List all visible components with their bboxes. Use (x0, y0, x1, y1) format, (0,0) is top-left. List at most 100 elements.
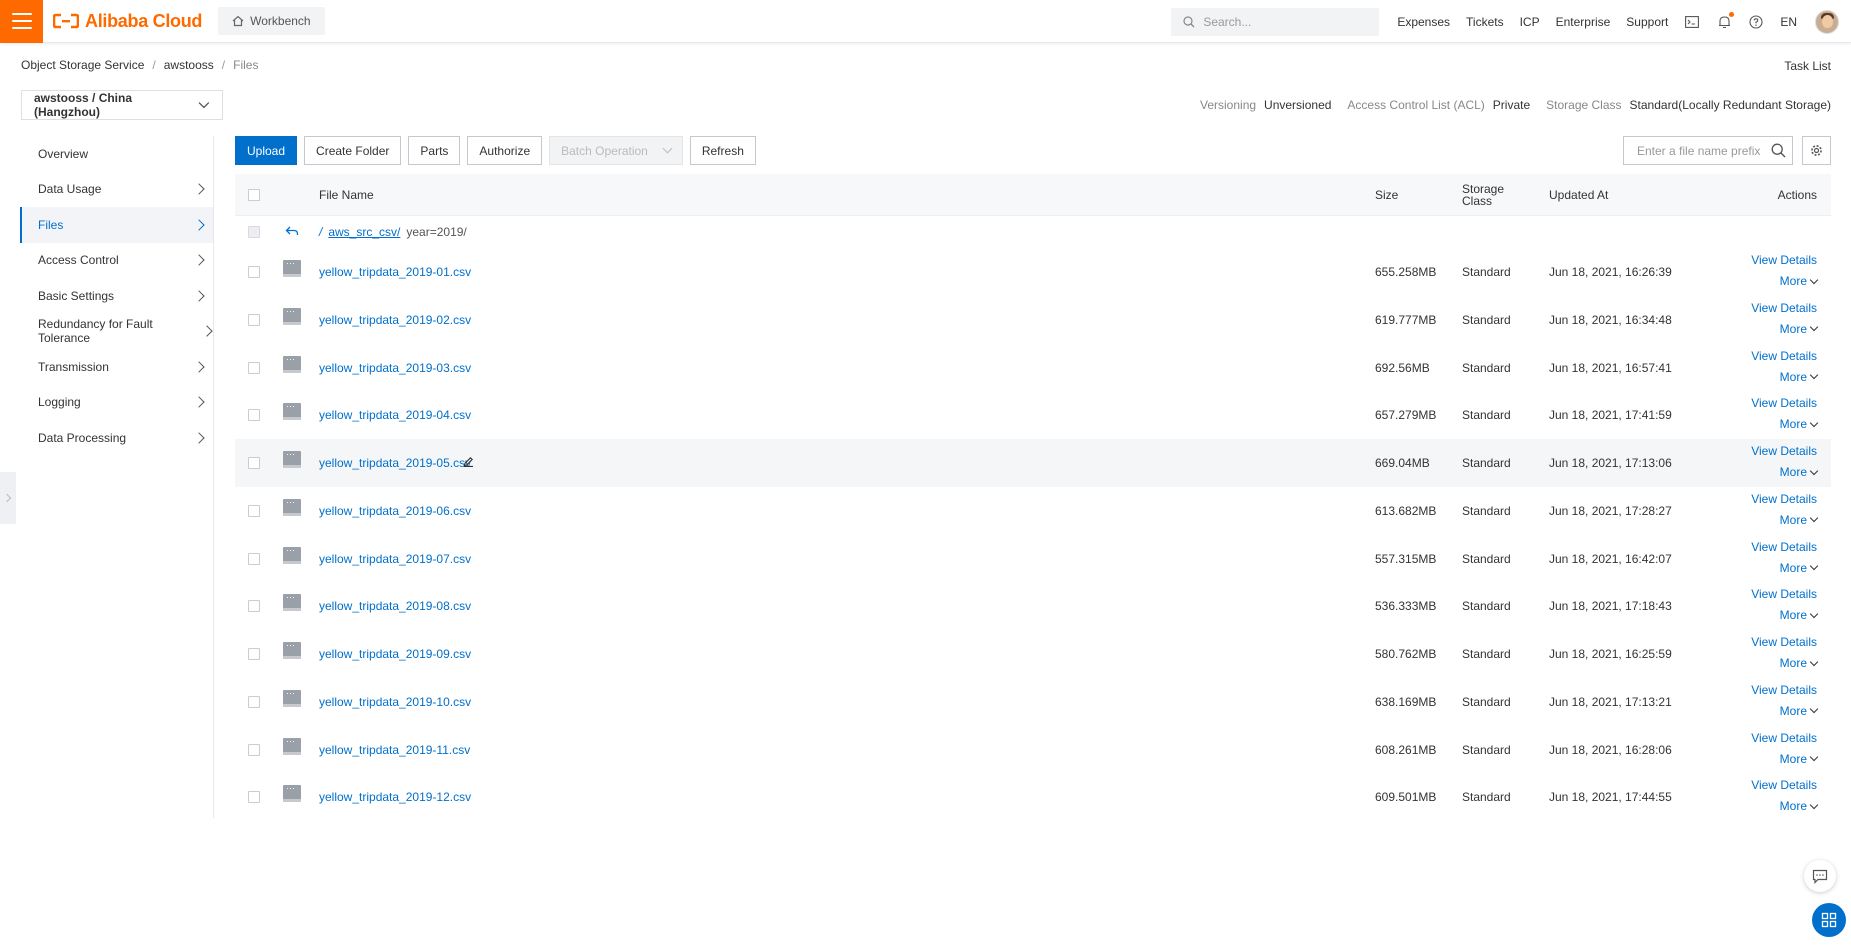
language-switch[interactable]: EN (1780, 15, 1797, 29)
file-name-link[interactable]: yellow_tripdata_2019-03.csv (319, 361, 471, 375)
file-name-link[interactable]: yellow_tripdata_2019-06.csv (319, 504, 471, 518)
file-name-link[interactable]: yellow_tripdata_2019-11.csv (319, 743, 470, 757)
cloud-shell-icon[interactable] (1684, 14, 1700, 30)
back-arrow-icon[interactable] (285, 225, 299, 237)
notification-bell-icon[interactable] (1716, 11, 1735, 30)
parts-button[interactable]: Parts (408, 136, 461, 165)
create-folder-button[interactable]: Create Folder (304, 136, 402, 165)
hamburger-menu-button[interactable] (0, 0, 43, 43)
sidebar-item-basic-settings[interactable]: Basic Settings (20, 278, 213, 314)
user-avatar[interactable] (1815, 9, 1839, 34)
row-checkbox[interactable] (248, 600, 260, 613)
view-details-link[interactable]: View Details (1751, 253, 1817, 267)
row-checkbox[interactable] (248, 648, 260, 660)
apps-button[interactable] (1812, 903, 1846, 937)
more-dropdown[interactable]: More (1780, 752, 1819, 766)
sidebar-item-redundancy[interactable]: Redundancy for Fault Tolerance (20, 314, 213, 350)
file-size: 608.261MB (1375, 742, 1437, 757)
view-details-link[interactable]: View Details (1751, 540, 1817, 554)
sidebar-item-logging[interactable]: Logging (20, 385, 213, 421)
file-name-link[interactable]: yellow_tripdata_2019-09.csv (319, 647, 471, 661)
sidebar-item-access-control[interactable]: Access Control (20, 243, 213, 279)
view-details-link[interactable]: View Details (1751, 587, 1817, 601)
more-dropdown[interactable]: More (1780, 561, 1819, 575)
more-dropdown[interactable]: More (1780, 704, 1819, 718)
sidebar-item-overview[interactable]: Overview (20, 136, 213, 172)
more-dropdown[interactable]: More (1780, 274, 1819, 288)
upload-button[interactable]: Upload (235, 136, 298, 165)
enterprise-link[interactable]: Enterprise (1556, 15, 1611, 29)
settings-button[interactable] (1802, 136, 1831, 165)
more-label: More (1779, 512, 1807, 527)
edit-icon[interactable] (463, 456, 474, 467)
breadcrumb-bucket[interactable]: awstooss (164, 58, 214, 72)
breadcrumb-oss[interactable]: Object Storage Service (21, 58, 144, 72)
more-dropdown[interactable]: More (1780, 417, 1819, 431)
more-dropdown[interactable]: More (1780, 465, 1819, 479)
more-dropdown[interactable]: More (1779, 512, 1819, 527)
view-details-link[interactable]: View Details (1751, 444, 1817, 458)
more-dropdown[interactable]: More (1780, 322, 1819, 336)
support-link[interactable]: Support (1626, 15, 1668, 29)
row-checkbox[interactable] (248, 695, 260, 708)
row-checkbox[interactable] (248, 504, 260, 517)
tickets-link[interactable]: Tickets (1466, 15, 1504, 29)
brand-logo[interactable]: Alibaba Cloud (53, 11, 202, 32)
help-icon[interactable] (1748, 14, 1764, 30)
view-details-link[interactable]: View Details (1751, 349, 1817, 363)
search-icon[interactable] (1771, 143, 1786, 158)
view-details-link[interactable]: View Details (1751, 301, 1817, 315)
more-dropdown[interactable]: More (1780, 799, 1819, 813)
icp-link[interactable]: ICP (1520, 15, 1540, 29)
global-search-input[interactable]: Search... (1171, 7, 1380, 36)
sidebar-item-transmission[interactable]: Transmission (20, 349, 213, 385)
file-name-link[interactable]: yellow_tripdata_2019-05.csv (319, 456, 471, 470)
view-details-link[interactable]: View Details (1751, 778, 1817, 792)
select-all-checkbox[interactable] (248, 188, 260, 201)
row-checkbox[interactable] (248, 791, 260, 804)
workbench-button[interactable]: Workbench (218, 7, 325, 35)
row-checkbox[interactable] (248, 552, 260, 565)
view-details-link[interactable]: View Details (1751, 492, 1817, 506)
file-size: 657.279MB (1375, 408, 1437, 423)
file-name-link[interactable]: yellow_tripdata_2019-08.csv (319, 599, 471, 613)
file-name-link[interactable]: yellow_tripdata_2019-02.csv (319, 313, 471, 327)
view-details-link[interactable]: View Details (1751, 396, 1817, 410)
row-checkbox[interactable] (248, 266, 260, 278)
batch-operation-dropdown[interactable]: Batch Operation (549, 136, 683, 165)
chat-button[interactable] (1804, 860, 1836, 892)
more-dropdown[interactable]: More (1780, 656, 1819, 670)
bucket-selector[interactable]: awstooss / China (Hangzhou) (21, 90, 223, 120)
path-root-link[interactable]: / (319, 225, 322, 239)
sidebar-collapse-handle[interactable] (0, 472, 16, 524)
sidebar-item-files[interactable]: Files (20, 207, 213, 243)
file-name-link[interactable]: yellow_tripdata_2019-10.csv (319, 695, 471, 709)
row-checkbox[interactable] (248, 313, 260, 326)
file-prefix-search-input[interactable]: Enter a file name prefix (1623, 136, 1793, 165)
sidebar-item-data-usage[interactable]: Data Usage (20, 172, 213, 208)
row-checkbox[interactable] (248, 409, 260, 422)
sidebar-item-data-processing[interactable]: Data Processing (20, 420, 213, 456)
authorize-button[interactable]: Authorize (467, 136, 543, 165)
file-name-link[interactable]: yellow_tripdata_2019-07.csv (319, 552, 471, 566)
expenses-link[interactable]: Expenses (1397, 15, 1450, 29)
more-dropdown[interactable]: More (1780, 608, 1819, 622)
view-details-link[interactable]: View Details (1751, 731, 1817, 745)
sidebar-item-label: Files (38, 217, 64, 232)
table-row: yellow_tripdata_2019-08.csv 536.333MB Stan… (235, 582, 1831, 630)
sidebar-item-label: Access Control (38, 253, 119, 268)
path-folder-link[interactable]: aws_src_csv/ (328, 225, 400, 239)
refresh-button[interactable]: Refresh (689, 136, 756, 165)
file-name-link[interactable]: yellow_tripdata_2019-01.csv (319, 265, 471, 279)
file-name-link[interactable]: yellow_tripdata_2019-04.csv (319, 408, 471, 422)
row-checkbox[interactable] (248, 457, 260, 469)
view-details-link[interactable]: View Details (1751, 635, 1817, 649)
view-details-link[interactable]: View Details (1751, 683, 1817, 697)
task-list-link[interactable]: Task List (1784, 59, 1831, 73)
file-updated-at: Jun 18, 2021, 16:28:06 (1549, 742, 1672, 757)
row-checkbox[interactable] (248, 743, 260, 756)
more-dropdown[interactable]: More (1780, 370, 1819, 384)
file-name-link[interactable]: yellow_tripdata_2019-12.csv (319, 790, 471, 804)
chevron-right-icon (193, 361, 205, 373)
row-checkbox[interactable] (248, 361, 260, 374)
